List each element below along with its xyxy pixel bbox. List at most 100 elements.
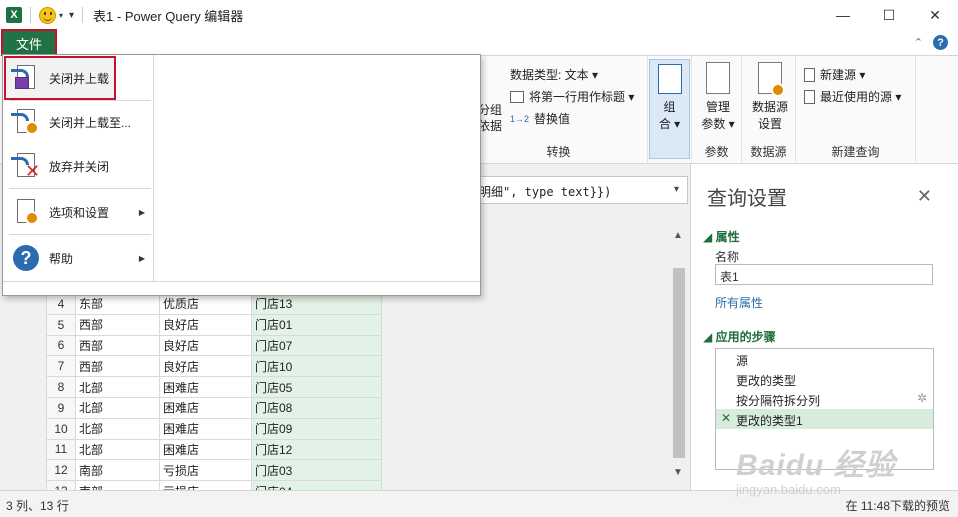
store-name-cell[interactable]: 门店01 <box>251 313 382 336</box>
store-name-cell[interactable]: 门店03 <box>251 459 382 482</box>
region-cell[interactable]: 北部 <box>75 417 160 440</box>
row-number[interactable]: 4 <box>46 293 76 315</box>
region-cell[interactable]: 西部 <box>75 355 160 378</box>
name-label: 名称 <box>715 250 740 264</box>
store-type-cell[interactable]: 亏损店 <box>159 459 252 482</box>
store-name-cell[interactable]: 门店13 <box>251 293 382 315</box>
collapse-ribbon-icon[interactable]: ⌃ <box>914 36 923 49</box>
table-row[interactable]: 10 北部 困难店 门店09 <box>46 417 382 440</box>
region-cell[interactable]: 南部 <box>75 459 160 482</box>
properties-section[interactable]: ◢ 属性 <box>703 228 740 245</box>
store-name-cell[interactable]: 门店07 <box>251 334 382 357</box>
delete-step-icon[interactable]: ✕ <box>721 411 731 425</box>
replace-values-button[interactable]: 1→2 替换值 <box>510 110 570 127</box>
close-pane-icon[interactable]: ✕ <box>917 186 932 207</box>
region-cell[interactable]: 西部 <box>75 313 160 336</box>
datasource-settings-button[interactable]: 数据源 设置 <box>748 62 792 132</box>
query-settings-title: 查询设置 <box>707 188 787 210</box>
step-item[interactable]: 更改的类型 <box>716 369 933 389</box>
row-number[interactable]: 10 <box>46 417 76 440</box>
table-row[interactable]: 4 东部 优质店 门店13 <box>46 293 382 315</box>
step-item[interactable]: 按分隔符拆分列 ✲ <box>716 389 933 409</box>
region-cell[interactable]: 东部 <box>75 293 160 315</box>
table-row[interactable]: 11 北部 困难店 门店12 <box>46 438 382 461</box>
minimize-button[interactable]: — <box>820 0 866 30</box>
close-button[interactable]: ✕ <box>912 0 958 30</box>
row-number[interactable]: 12 <box>46 459 76 482</box>
title-separator-2 <box>82 7 84 23</box>
store-type-cell[interactable]: 良好店 <box>159 355 252 378</box>
new-query-group-label: 新建查询 <box>831 145 880 159</box>
row-number[interactable]: 11 <box>46 438 76 461</box>
datasource-settings-label-bottom: 设置 <box>757 117 782 131</box>
table-row[interactable]: 7 西部 良好店 门店10 <box>46 355 382 378</box>
scroll-up-icon[interactable]: ▲ <box>673 230 683 241</box>
region-cell[interactable]: 北部 <box>75 396 160 419</box>
parameters-group-label: 参数 <box>704 145 729 159</box>
table-row[interactable]: 8 北部 困难店 门店05 <box>46 376 382 398</box>
new-source-button[interactable]: 新建源 ▾ <box>804 66 865 83</box>
table-row[interactable]: 9 北部 困难店 门店08 <box>46 396 382 419</box>
table-row[interactable]: 5 西部 良好店 门店01 <box>46 313 382 336</box>
region-cell[interactable]: 北部 <box>75 376 160 398</box>
scroll-thumb[interactable] <box>673 268 685 458</box>
scroll-down-icon[interactable]: ▼ <box>673 467 683 478</box>
store-name-cell[interactable]: 门店08 <box>251 396 382 419</box>
combine-button[interactable]: 组 合 ▾ <box>649 59 690 159</box>
row-number[interactable]: 9 <box>46 396 76 419</box>
maximize-button[interactable]: ☐ <box>866 0 912 30</box>
store-type-cell[interactable]: 困难店 <box>159 417 252 440</box>
applied-steps-section[interactable]: ◢ 应用的步骤 <box>703 328 776 345</box>
group-by-button[interactable]: 分组 依据 <box>478 102 502 134</box>
close-and-load-button[interactable]: 关闭并上载 <box>4 56 116 100</box>
store-type-cell[interactable]: 困难店 <box>159 376 252 398</box>
row-number[interactable]: 5 <box>46 313 76 336</box>
store-type-cell[interactable]: 优质店 <box>159 293 252 315</box>
menu-separator <box>9 234 151 235</box>
store-type-cell[interactable]: 困难店 <box>159 396 252 419</box>
row-number[interactable]: 7 <box>46 355 76 378</box>
step-item[interactable]: 源 <box>716 349 933 369</box>
formula-bar[interactable]: 店明细", type text}}) ▾ <box>462 176 688 204</box>
query-name-input[interactable]: 表1 <box>715 264 933 285</box>
tab-right-icons: ⌃ ? <box>914 35 948 50</box>
discard-and-close-button[interactable]: ✕ 放弃并关闭 <box>5 145 153 187</box>
replace-values-icon: 1→2 <box>510 113 530 124</box>
table-header-icon <box>510 90 524 103</box>
excel-icon[interactable]: X <box>6 7 22 23</box>
store-name-cell[interactable]: 门店05 <box>251 376 382 398</box>
step-settings-gear-icon[interactable]: ✲ <box>917 391 927 405</box>
file-tab[interactable]: 文件 <box>1 29 57 57</box>
submenu-arrow-icon: ▶ <box>138 207 145 217</box>
store-type-cell[interactable]: 良好店 <box>159 334 252 357</box>
data-type-dropdown[interactable]: 数据类型: 文本 ▾ <box>510 66 598 83</box>
table-row[interactable]: 12 南部 亏损店 门店03 <box>46 459 382 482</box>
use-first-row-header-button[interactable]: 将第一行用作标题 ▾ <box>510 88 634 105</box>
store-name-cell[interactable]: 门店12 <box>251 438 382 461</box>
smiley-dropdown-icon[interactable]: ▾ <box>59 11 63 20</box>
table-row[interactable]: 6 西部 良好店 门店07 <box>46 334 382 357</box>
close-and-load-to-button[interactable]: 关闭并上载至... <box>5 101 153 143</box>
step-item-active[interactable]: ✕ 更改的类型1 <box>716 409 933 429</box>
region-cell[interactable]: 西部 <box>75 334 160 357</box>
store-name-cell[interactable]: 门店10 <box>251 355 382 378</box>
help-menu-button[interactable]: ? 帮助 ▶ <box>5 237 153 279</box>
row-number[interactable]: 8 <box>46 376 76 398</box>
manage-parameters-button[interactable]: 管理 参数 ▾ <box>698 62 738 132</box>
store-type-cell[interactable]: 困难店 <box>159 438 252 461</box>
watermark: Baidu 经验 jingyan.baidu.com <box>736 440 896 497</box>
formula-expand-icon[interactable]: ▾ <box>674 184 679 195</box>
help-icon[interactable]: ? <box>933 35 948 50</box>
store-type-cell[interactable]: 良好店 <box>159 313 252 336</box>
all-properties-link[interactable]: 所有属性 <box>715 294 763 311</box>
close-and-load-to-label: 关闭并上载至... <box>49 115 132 130</box>
vertical-scrollbar[interactable]: ▲ ▼ <box>670 228 688 480</box>
recent-sources-button[interactable]: 最近使用的源 ▾ <box>804 88 901 105</box>
store-name-cell[interactable]: 门店09 <box>251 417 382 440</box>
qat-customize-icon[interactable]: ▾ <box>69 10 74 21</box>
row-number[interactable]: 6 <box>46 334 76 357</box>
options-and-settings-button[interactable]: 选项和设置 ▶ <box>5 191 153 233</box>
ribbon-group-datasource: 数据源 设置 数据源 <box>742 56 796 164</box>
smiley-icon[interactable] <box>39 6 56 24</box>
region-cell[interactable]: 北部 <box>75 438 160 461</box>
